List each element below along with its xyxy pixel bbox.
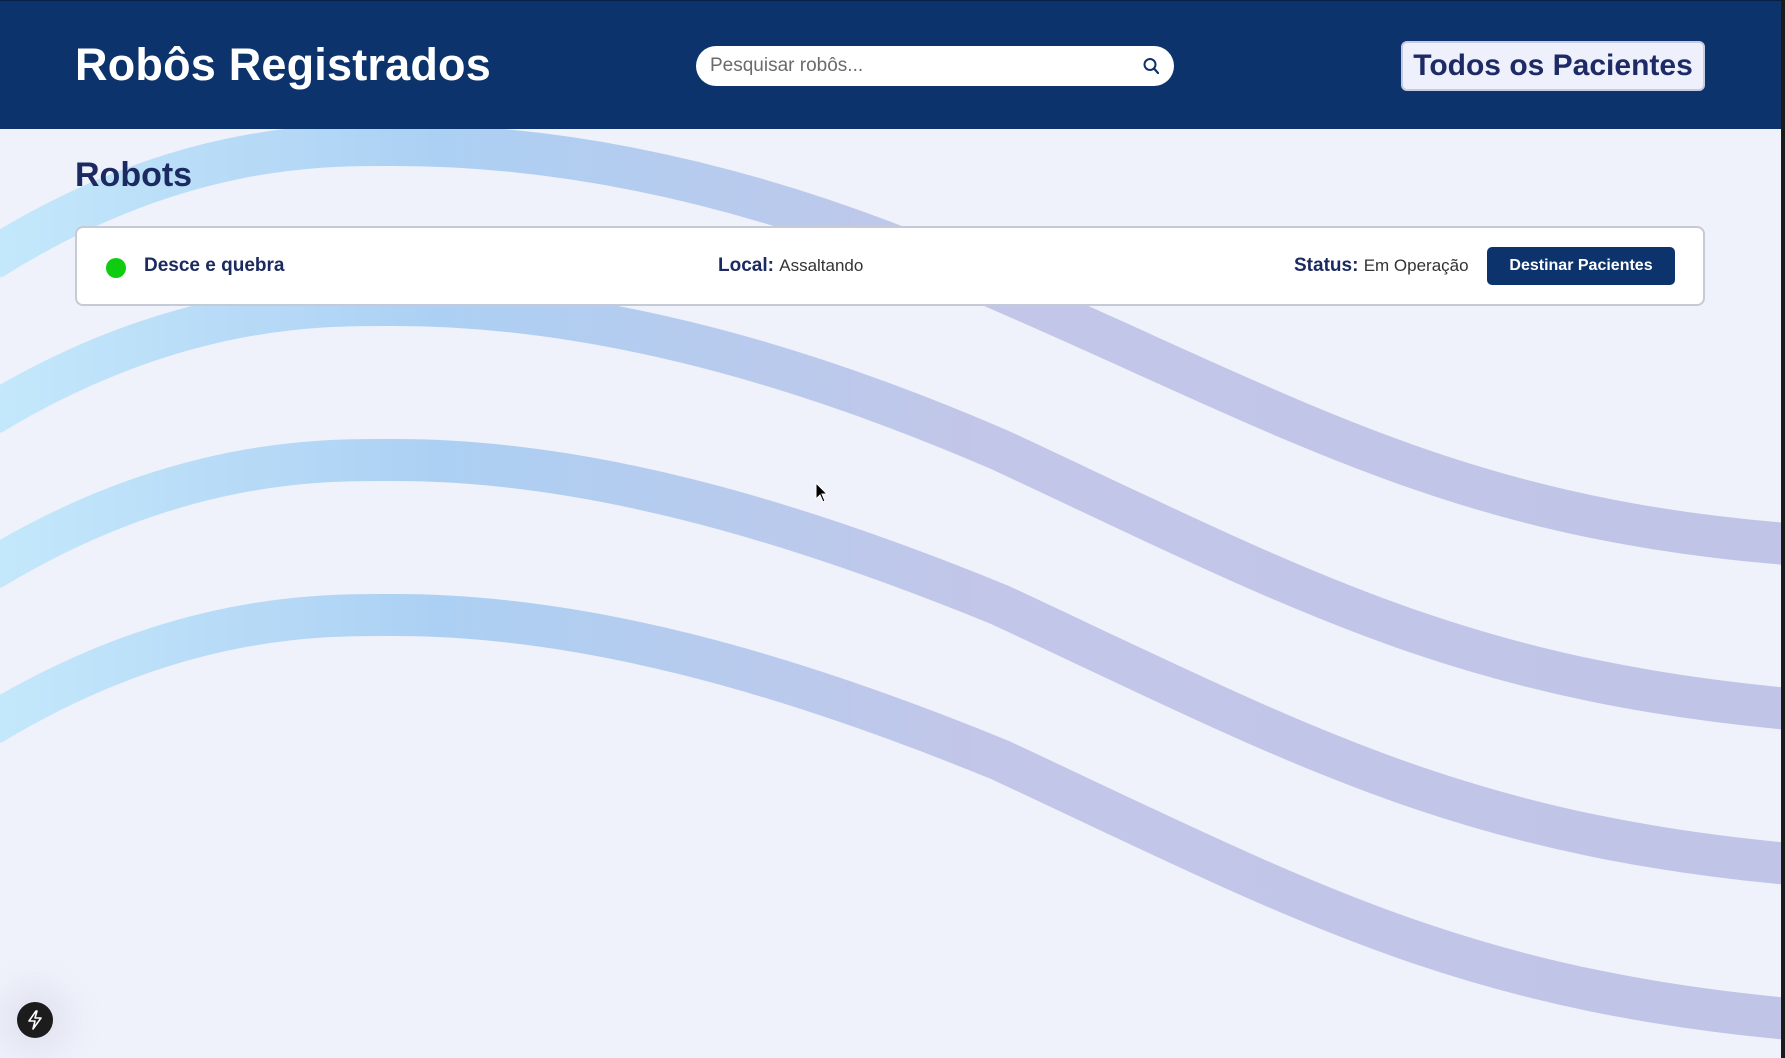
dev-tools-badge[interactable] xyxy=(17,1002,53,1038)
local-value: Assaltando xyxy=(779,256,864,275)
status-indicator-dot xyxy=(106,258,126,278)
all-patients-button[interactable]: Todos os Pacientes xyxy=(1401,41,1705,91)
page: Robôs Registrados Todos os Pacientes Rob… xyxy=(0,0,1781,1058)
top-header: Robôs Registrados Todos os Pacientes xyxy=(0,0,1781,129)
status-value: Em Operação xyxy=(1363,256,1469,275)
search-box[interactable] xyxy=(696,46,1174,86)
robot-status: Status: Em Operação xyxy=(1294,255,1469,277)
assign-patients-button[interactable]: Destinar Pacientes xyxy=(1487,247,1675,285)
search-icon[interactable] xyxy=(1142,57,1160,75)
section-title: Robots xyxy=(75,156,193,194)
search-input[interactable] xyxy=(710,46,1120,86)
app-title: Robôs Registrados xyxy=(75,39,491,90)
background-waves xyxy=(0,123,1781,1040)
robot-name: Desce e quebra xyxy=(144,255,285,276)
robot-card: Desce e quebra Local: Assaltando Status:… xyxy=(75,226,1705,306)
mouse-cursor-icon xyxy=(815,482,829,503)
lightning-icon xyxy=(28,1010,42,1030)
status-label: Status: xyxy=(1294,255,1359,276)
window-edge xyxy=(1781,0,1785,1058)
robot-local: Local: Assaltando xyxy=(718,255,863,277)
local-label: Local: xyxy=(718,255,774,276)
